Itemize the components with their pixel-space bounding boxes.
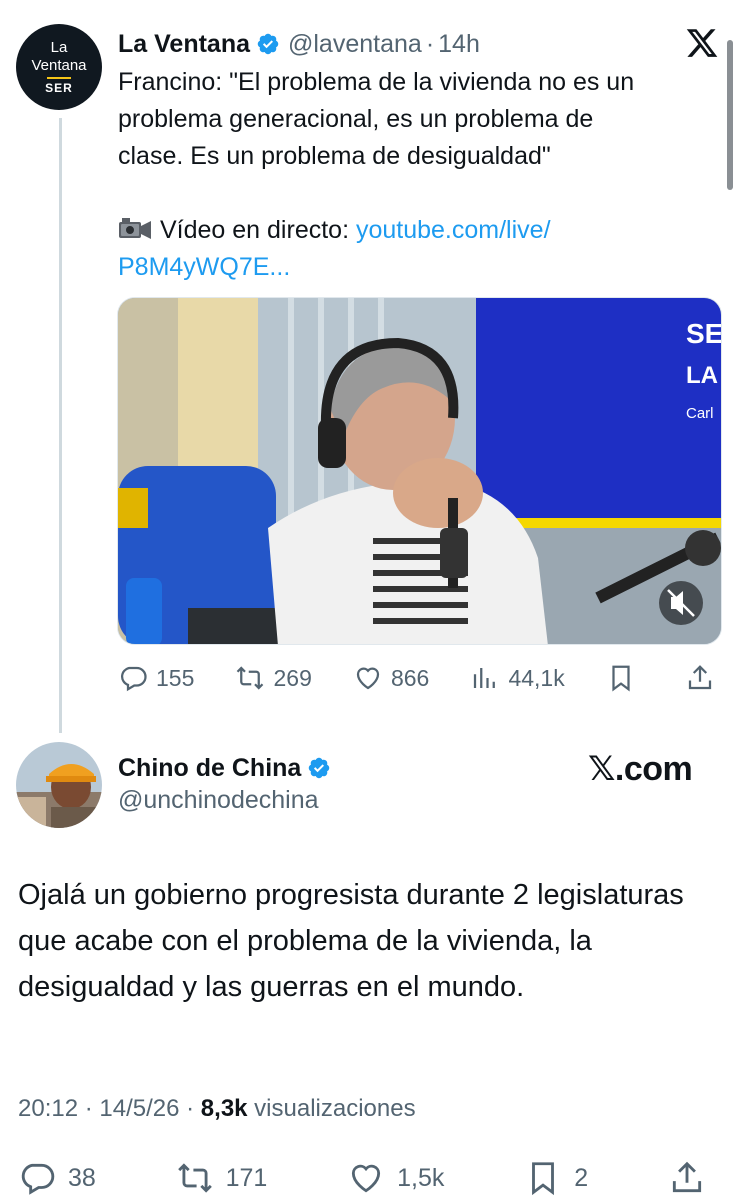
timestamp[interactable]: 14h [438,30,480,59]
reply-icon [21,1163,55,1195]
bookmark-button[interactable] [606,663,644,693]
x-com-watermark: 𝕏.com [588,748,693,790]
post-date[interactable]: 14/5/26 [99,1095,179,1122]
video-line: Vídeo en directo: youtube.com/live/ [118,212,708,249]
video-camera-icon [119,218,151,239]
handle[interactable]: @laventana [288,30,422,59]
share-button[interactable] [668,1159,718,1197]
video-link-continued[interactable]: P8M4yWQ7E... [118,249,708,286]
retweet-icon [237,666,264,690]
scrollbar-thumb[interactable] [727,40,733,190]
reply-count: 155 [156,664,195,691]
bookmark-button[interactable]: 2 [524,1159,588,1197]
media-host-text: Carl [686,405,714,422]
tweet-meta: 20:12 · 14/5/26 · 8,3k visualizaciones [18,1095,416,1123]
avatar-text-line1: La [50,39,68,56]
video-link[interactable]: youtube.com/live/ [356,216,551,244]
post-time[interactable]: 20:12 [18,1095,78,1122]
views-bar-chart-icon [474,668,496,688]
reply-count: 38 [68,1163,96,1192]
verified-badge-icon [309,757,330,779]
display-name[interactable]: Chino de China [118,754,301,783]
video-thumbnail[interactable]: SE LA Carl [117,297,722,645]
retweet-count: 269 [273,664,312,691]
views-count: 44,1k [508,664,565,691]
watermark-text: 𝕏.com [588,750,693,788]
tweet-text: Francino: "El problema de la vivienda no… [118,64,708,286]
views-button[interactable]: 44,1k [470,663,565,693]
meta-separator: · [78,1095,100,1122]
reply-icon [121,666,147,692]
time-separator: · [425,29,435,58]
retweet-icon [177,1163,212,1193]
avatar[interactable] [16,742,102,828]
display-name[interactable]: La Ventana [118,30,250,59]
tweet-text-line: Francino: "El problema de la vivienda no… [118,68,635,96]
share-icon [688,665,712,690]
retweet-count: 171 [225,1163,268,1192]
bookmark-count: 2 [574,1163,589,1192]
media-program-text: LA [686,362,718,389]
x-logo-icon[interactable] [684,26,720,60]
media-brand-text: SE [686,318,722,349]
avatar[interactable]: La Ventana SER [16,24,102,110]
like-count: 1,5k [397,1163,445,1192]
avatar-text-line3: SER [45,81,73,95]
thread-connector-line [59,118,62,733]
tweet-actions: 38 171 1,5k 2 [18,1158,718,1198]
video-label: Vídeo en directo: [160,216,356,244]
verified-badge-icon [257,33,279,55]
like-button[interactable]: 866 [353,663,429,693]
handle[interactable]: @unchinodechina [118,786,319,815]
tweet-text-line: problema generacional, es un problema de [118,105,594,133]
bookmark-icon [612,665,630,692]
meta-separator: · [179,1095,201,1122]
tweet-text: Ojalá un gobierno progresista durante 2 … [18,879,684,1003]
bookmark-icon [532,1162,555,1196]
tweet-text-line: clase. Es un problema de desigualdad" [118,142,551,170]
like-button[interactable]: 1,5k [347,1159,444,1197]
views-label: visualizaciones [247,1095,416,1122]
reply-button[interactable]: 38 [18,1159,96,1197]
video-frame: SE LA Carl [118,298,722,644]
retweet-button[interactable]: 171 [176,1159,268,1197]
tweet-actions: 155 269 866 44,1k [118,658,723,698]
tweet-header: La Ventana @laventana · 14h [118,26,480,62]
heart-icon [356,667,380,690]
share-icon [672,1161,702,1193]
avatar-photo [16,742,102,828]
retweet-button[interactable]: 269 [235,663,312,693]
views-count: 8,3k [200,1095,248,1122]
heart-icon [352,1164,381,1193]
share-button[interactable] [685,663,723,693]
avatar-text-line2: Ventana [31,57,87,74]
reply-button[interactable]: 155 [118,663,194,693]
avatar-divider [47,77,71,79]
like-count: 866 [390,664,430,691]
tweet-header: Chino de China [118,750,339,786]
